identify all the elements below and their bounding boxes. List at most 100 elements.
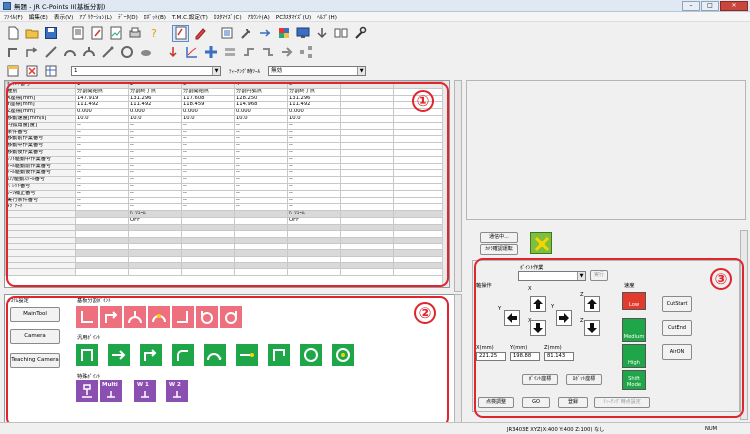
speed-high-button[interactable]: High — [622, 344, 646, 368]
tree-button[interactable] — [297, 44, 314, 61]
table-cell[interactable]: 111.492 — [75, 101, 129, 110]
open-folder-button[interactable] — [23, 25, 40, 42]
table-cell[interactable]: 118.459 — [181, 101, 235, 110]
table-cell[interactable] — [340, 162, 394, 171]
program-edit-button[interactable] — [88, 25, 105, 42]
table-cell[interactable] — [393, 142, 447, 150]
corner-move-button[interactable] — [4, 44, 21, 61]
tool-wrench-button[interactable] — [237, 25, 254, 42]
table-cell[interactable]: 分割終了点 — [287, 87, 341, 96]
menu-help[interactable]: ﾍﾙﾌﾟ(H) — [317, 13, 337, 21]
table-cell[interactable] — [340, 87, 394, 96]
table-cell[interactable] — [340, 101, 394, 110]
teaching-point-setting-button[interactable]: ﾃｨｰﾁﾝｸﾞ時点設定 — [594, 397, 650, 408]
menu-edit[interactable]: 編集(E) — [29, 13, 48, 21]
new-file-button[interactable] — [4, 25, 21, 42]
io-button[interactable] — [256, 25, 273, 42]
table-cell[interactable] — [181, 210, 235, 218]
jog-z-up-button[interactable] — [584, 296, 600, 312]
table-cell[interactable]: -- — [234, 169, 288, 178]
palette-button[interactable] — [275, 25, 292, 42]
table-cell[interactable]: -- — [181, 135, 235, 144]
menu-file[interactable]: ﾌｧｲﾙ(F) — [4, 13, 23, 21]
table-cell[interactable]: ﾊﾞﾘｭｰﾑ — [128, 210, 182, 218]
table-cell[interactable]: -- — [75, 203, 129, 212]
cp-start-point-button[interactable] — [76, 344, 98, 366]
table-cell[interactable] — [393, 203, 447, 212]
wait1-point-button[interactable]: W 1 — [134, 380, 156, 402]
table-cell[interactable]: -- — [181, 142, 235, 150]
settings-wrench-button[interactable] — [351, 25, 368, 42]
table-cell[interactable]: -- — [128, 182, 182, 191]
table-cell[interactable] — [340, 216, 394, 225]
row-header[interactable]: ﾀｸﾞﾁｰﾄﾞ — [5, 203, 76, 212]
table-cell[interactable] — [393, 169, 447, 178]
split-circle2-point-button[interactable] — [220, 306, 242, 328]
menu-customize[interactable]: ｶｽﾀﾏｲｽﾞ(C) — [214, 13, 242, 21]
table-cell[interactable]: -- — [181, 128, 235, 137]
row-header[interactable]: ﾂｰﾙ駆動前作業番号 — [5, 162, 76, 171]
table-cell[interactable]: 111.492 — [128, 101, 182, 110]
arrow-corner-button[interactable] — [23, 44, 40, 61]
table-cell[interactable]: -- — [128, 128, 182, 137]
column-header[interactable]: 4 — [234, 81, 288, 89]
delete-point-button[interactable] — [23, 63, 40, 80]
chart-button[interactable] — [107, 25, 124, 42]
menu-view[interactable]: 表示(V) — [54, 13, 73, 21]
table-cell[interactable] — [393, 216, 447, 225]
table-cell[interactable] — [393, 268, 447, 276]
table-cell[interactable] — [181, 268, 235, 276]
row-header[interactable]: 移動後作業番号 — [5, 148, 76, 157]
table-cell[interactable]: -- — [75, 196, 129, 205]
row-header[interactable]: ﾜｰｸ補正番号 — [5, 189, 76, 198]
table-cell[interactable]: OFF — [287, 216, 341, 225]
row-header[interactable]: 実行条件番号 — [5, 196, 76, 205]
table-cell[interactable] — [340, 128, 394, 137]
table-cell[interactable] — [393, 176, 447, 184]
circle-center-point-button[interactable] — [332, 344, 354, 366]
jog-up-button[interactable] — [530, 296, 546, 312]
table-cell[interactable]: 0.000 — [234, 108, 288, 116]
maintool-button[interactable]: MainTool — [10, 307, 60, 322]
menu-data[interactable]: ﾃﾞｰﾀ(D) — [118, 13, 138, 21]
jog-right-button[interactable] — [556, 310, 572, 326]
minimize-button[interactable]: – — [682, 1, 700, 11]
print-button[interactable] — [126, 25, 143, 42]
palette-scrollbar[interactable] — [454, 294, 462, 428]
table-cell[interactable] — [287, 268, 341, 276]
row-header[interactable] — [5, 216, 76, 225]
table-cell[interactable]: 10.0 — [234, 114, 288, 123]
next-button[interactable] — [278, 44, 295, 61]
split-circle-point-button[interactable] — [196, 306, 218, 328]
line-pass-point-button[interactable] — [108, 344, 130, 366]
table-cell[interactable]: -- — [75, 121, 129, 130]
row-header[interactable]: X座標[mm] — [5, 94, 76, 103]
table-cell[interactable]: -- — [234, 176, 288, 184]
table-cell[interactable]: -- — [234, 128, 288, 137]
table-cell[interactable] — [393, 148, 447, 157]
jog-z-down-button[interactable] — [584, 320, 600, 336]
table-cell[interactable]: -- — [128, 142, 182, 150]
table-cell[interactable] — [340, 196, 394, 205]
table-cell[interactable]: 114.968 — [234, 101, 288, 110]
row-header[interactable]: ﾂｰﾙ駆動後作業番号 — [5, 169, 76, 178]
table-cell[interactable]: -- — [234, 196, 288, 205]
table-cell[interactable]: 分割終了点 — [128, 87, 182, 96]
row-header[interactable]: ｼﾌﾄ駆動中作業番号 — [5, 155, 76, 164]
sheet-vertical-scrollbar[interactable] — [442, 81, 449, 287]
table-cell[interactable] — [340, 148, 394, 157]
table-cell[interactable] — [393, 210, 447, 218]
table-cell[interactable]: -- — [287, 203, 341, 212]
table-cell[interactable]: -- — [128, 176, 182, 184]
monitor-button[interactable] — [294, 25, 311, 42]
table-cell[interactable] — [393, 189, 447, 198]
line-end-point-button[interactable] — [236, 344, 258, 366]
table-cell[interactable]: -- — [128, 203, 182, 212]
table-cell[interactable]: -- — [75, 182, 129, 191]
cut-start-button[interactable]: CutStart — [662, 296, 692, 312]
close-button[interactable]: ✕ — [720, 1, 748, 11]
row-header[interactable]: 移動中作業番号 — [5, 142, 76, 150]
table-cell[interactable] — [340, 155, 394, 164]
table-cell[interactable]: -- — [287, 182, 341, 191]
menu-application[interactable]: ｱﾌﾟﾘｹｰｼｮﾝ(L) — [79, 13, 112, 21]
